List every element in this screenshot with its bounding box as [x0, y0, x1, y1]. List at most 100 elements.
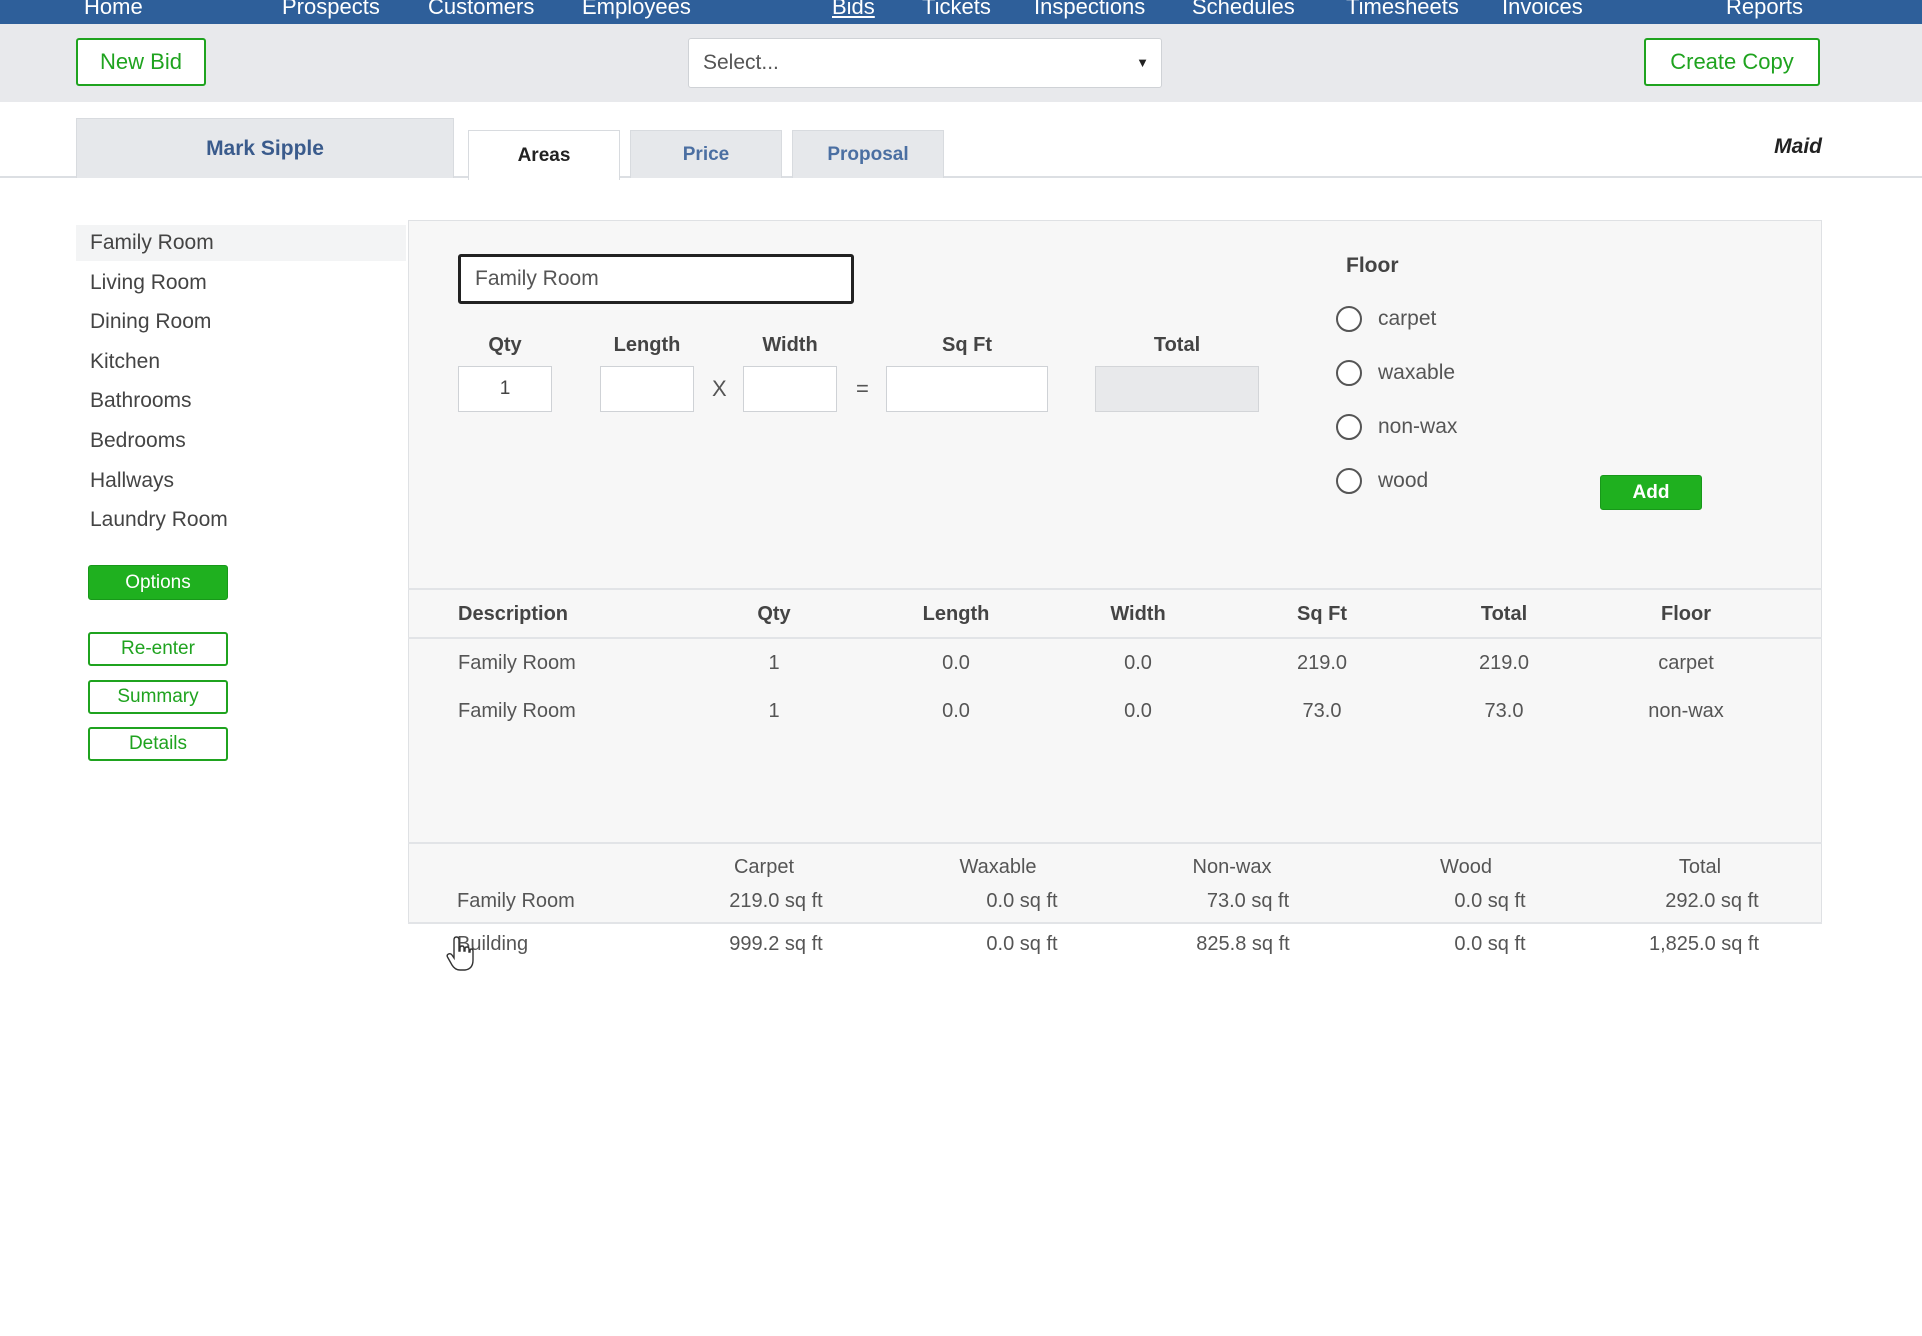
radio-circle-icon[interactable]: [1336, 360, 1362, 386]
area-name-input[interactable]: [458, 254, 854, 304]
add-area-button[interactable]: Add: [1600, 475, 1702, 510]
width-label: Width: [762, 334, 818, 356]
cell-total: 219.0: [1478, 652, 1530, 674]
col-header-sqft: Sq Ft: [1297, 603, 1347, 625]
cell-length: 0.0: [942, 700, 970, 722]
col-header-qty: Qty: [757, 603, 791, 625]
radio-circle-icon[interactable]: [1336, 306, 1362, 332]
multiply-symbol: X: [712, 376, 727, 401]
sqft-label: Sq Ft: [942, 334, 992, 356]
nav-customers[interactable]: Customers: [428, 0, 534, 20]
qty-label: Qty: [488, 334, 522, 356]
hand-cursor-icon: [446, 936, 474, 971]
sidebar-item-bathrooms[interactable]: Bathrooms: [76, 383, 406, 419]
details-button[interactable]: Details: [88, 727, 228, 761]
bid-select-placeholder: Select...: [703, 51, 779, 74]
tab-price[interactable]: Price: [630, 130, 782, 178]
width-field[interactable]: [743, 366, 837, 412]
top-nav: Home Prospects Customers Employees Bids …: [0, 0, 1922, 24]
cell-qty: 1: [768, 652, 780, 674]
col-header-length: Length: [922, 603, 990, 625]
summary-top-divider: [408, 842, 1822, 844]
floor-option-label: waxable: [1378, 361, 1456, 384]
summary-cell-carpet: 999.2 sq ft: [729, 933, 823, 955]
cell-length: 0.0: [942, 652, 970, 674]
cell-floor: carpet: [1658, 652, 1714, 674]
bid-select[interactable]: Select... ▼: [688, 38, 1162, 88]
floor-option-label: carpet: [1378, 307, 1437, 330]
nav-home[interactable]: Home: [84, 0, 143, 20]
new-bid-button[interactable]: New Bid: [76, 38, 206, 86]
floor-option-wood[interactable]: wood: [1336, 466, 1428, 496]
table-header-divider: [408, 637, 1822, 639]
summary-cell-waxable: 0.0 sq ft: [986, 890, 1058, 912]
radio-circle-icon[interactable]: [1336, 468, 1362, 494]
floor-option-label: non-wax: [1378, 415, 1458, 438]
summary-cell-total: 292.0 sq ft: [1665, 890, 1759, 912]
summary-row-divider: [408, 922, 1822, 924]
sidebar-item-hallways[interactable]: Hallways: [76, 463, 406, 499]
length-label: Length: [613, 334, 681, 356]
summary-row-label: Family Room: [457, 890, 575, 912]
floor-option-waxable[interactable]: waxable: [1336, 358, 1455, 388]
nav-invoices[interactable]: Invoices: [1502, 0, 1583, 20]
sidebar-item-living-room[interactable]: Living Room: [76, 265, 406, 301]
nav-bids[interactable]: Bids: [832, 0, 875, 20]
floor-option-non-wax[interactable]: non-wax: [1336, 412, 1457, 442]
cell-width: 0.0: [1124, 700, 1152, 722]
floor-option-carpet[interactable]: carpet: [1336, 304, 1436, 334]
nav-reports[interactable]: Reports: [1726, 0, 1803, 20]
cell-qty: 1: [768, 700, 780, 722]
radio-circle-icon[interactable]: [1336, 414, 1362, 440]
summary-cell-carpet: 219.0 sq ft: [729, 890, 823, 912]
col-header-total: Total: [1480, 603, 1528, 625]
equals-symbol: =: [856, 376, 869, 401]
summary-cell-wood: 0.0 sq ft: [1454, 890, 1526, 912]
chevron-down-icon: ▼: [1136, 55, 1149, 70]
cell-sqft: 73.0: [1302, 700, 1342, 722]
summary-button[interactable]: Summary: [88, 680, 228, 714]
summary-header-non-wax: Non-wax: [1192, 856, 1272, 878]
qty-field[interactable]: [458, 366, 552, 412]
cell-total: 73.0: [1484, 700, 1524, 722]
floor-title: Floor: [1346, 254, 1399, 277]
options-button[interactable]: Options: [88, 565, 228, 600]
summary-cell-total: 1,825.0 sq ft: [1648, 933, 1760, 955]
sqft-field[interactable]: [886, 366, 1048, 412]
sidebar-item-laundry-room[interactable]: Laundry Room: [76, 502, 406, 538]
customer-name-tab[interactable]: Mark Sipple: [76, 118, 454, 178]
cell-floor: non-wax: [1648, 700, 1724, 722]
nav-timesheets[interactable]: Timesheets: [1346, 0, 1459, 20]
nav-inspections[interactable]: Inspections: [1034, 0, 1145, 20]
summary-cell-non-wax: 825.8 sq ft: [1196, 933, 1290, 955]
cell-description: Family Room: [458, 700, 576, 722]
create-copy-button[interactable]: Create Copy: [1644, 38, 1820, 86]
sidebar-item-dining-room[interactable]: Dining Room: [76, 304, 406, 340]
table-top-divider: [408, 588, 1822, 590]
nav-tickets[interactable]: Tickets: [922, 0, 991, 20]
nav-prospects[interactable]: Prospects: [282, 0, 380, 20]
tab-proposal[interactable]: Proposal: [792, 130, 944, 178]
sidebar-item-family-room[interactable]: Family Room: [76, 225, 406, 261]
tab-areas[interactable]: Areas: [468, 130, 620, 180]
reenter-button[interactable]: Re-enter: [88, 632, 228, 666]
summary-header-wood: Wood: [1440, 856, 1492, 878]
summary-header-total: Total: [1678, 856, 1722, 878]
total-label: Total: [1153, 334, 1201, 356]
col-header-floor: Floor: [1661, 603, 1711, 625]
summary-cell-non-wax: 73.0 sq ft: [1206, 890, 1290, 912]
sidebar-item-bedrooms[interactable]: Bedrooms: [76, 423, 406, 459]
floor-option-label: wood: [1378, 469, 1429, 492]
length-field[interactable]: [600, 366, 694, 412]
nav-schedules[interactable]: Schedules: [1192, 0, 1295, 20]
areas-panel: [408, 220, 1822, 924]
col-header-width: Width: [1110, 603, 1166, 625]
nav-employees[interactable]: Employees: [582, 0, 691, 20]
summary-cell-wood: 0.0 sq ft: [1454, 933, 1526, 955]
cell-sqft: 219.0: [1296, 652, 1348, 674]
summary-cell-waxable: 0.0 sq ft: [986, 933, 1058, 955]
service-plan-label: Maid: [1774, 135, 1822, 158]
total-field: [1095, 366, 1259, 412]
cell-width: 0.0: [1124, 652, 1152, 674]
sidebar-item-kitchen[interactable]: Kitchen: [76, 344, 406, 380]
